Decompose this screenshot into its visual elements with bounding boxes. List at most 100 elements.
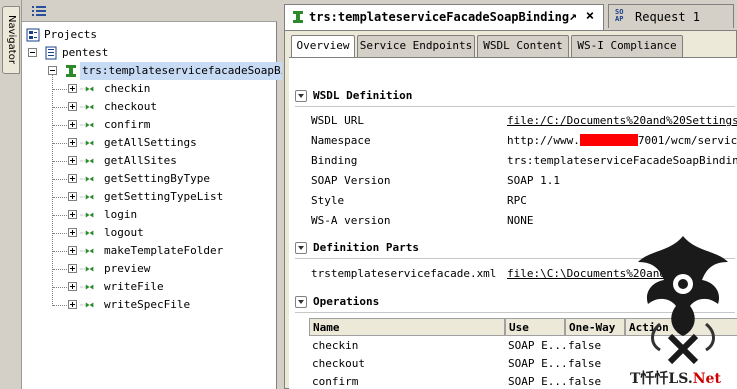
wsdl-definition-header[interactable]: WSDL Definition	[295, 86, 735, 106]
tree-connector	[53, 233, 67, 234]
wsdl-url-link[interactable]: file:/C:/Documents%20and%20Settings/Adm	[507, 112, 737, 130]
operation-label: confirm	[104, 118, 151, 131]
expand-toggle-icon[interactable]	[68, 228, 77, 237]
tree-operation-node[interactable]: preview	[53, 260, 268, 278]
menu-icon[interactable]	[32, 5, 46, 17]
expand-toggle-icon[interactable]	[68, 174, 77, 183]
tree-connector	[53, 287, 67, 288]
operation-label: writeFile	[104, 280, 164, 293]
operation-icon	[80, 284, 94, 290]
tree-operation-node[interactable]: getSettingByType	[53, 170, 268, 188]
tree-operation-node[interactable]: getAllSettings	[53, 134, 268, 152]
section-divider	[295, 106, 735, 107]
expand-toggle-icon[interactable]	[68, 300, 77, 309]
expand-toggle-icon[interactable]	[68, 84, 77, 93]
operation-icon	[80, 140, 94, 146]
close-icon[interactable]: ×	[583, 9, 597, 24]
tree-operation-node[interactable]: writeSpecFile	[53, 296, 268, 314]
operation-label: checkout	[104, 100, 157, 113]
op-name-cell: checkin	[312, 339, 359, 352]
collapse-definition-parts-icon[interactable]	[295, 242, 307, 254]
expand-toggle-icon[interactable]	[68, 102, 77, 111]
project-tree: Projects pentest trs:templateservicefaca…	[22, 24, 323, 386]
column-header-one-way[interactable]: One-Way	[565, 318, 625, 336]
tree-connector	[53, 305, 67, 306]
prop-label: Style	[311, 194, 345, 207]
tree-connector	[53, 161, 67, 162]
tree-project-pentest[interactable]: pentest	[28, 44, 148, 62]
tree-operation-node[interactable]: checkout	[53, 98, 268, 116]
tree-connector	[53, 251, 67, 252]
op-use-cell: SOAP E...	[508, 339, 568, 352]
tree-operation-node[interactable]: makeTemplateFolder	[53, 242, 268, 260]
section-title: Operations	[313, 295, 380, 308]
expand-toggle-icon[interactable]	[68, 192, 77, 201]
operation-label: makeTemplateFolder	[104, 244, 224, 257]
expand-toggle-icon[interactable]	[68, 246, 77, 255]
operation-icon	[80, 302, 94, 308]
operation-label: getAllSettings	[104, 136, 197, 149]
operation-icon	[80, 176, 94, 182]
section-title: WSDL Definition	[313, 89, 413, 102]
operation-label: getSettingTypeList	[104, 190, 224, 203]
column-header-use[interactable]: Use	[505, 318, 565, 336]
tab-binding-editor[interactable]: trs:templateserviceFacadeSoapBinding ↗ ×	[284, 4, 604, 30]
subtab-wsdl-content[interactable]: WSDL Content	[477, 35, 569, 57]
soap-version-value: SOAP 1.1	[507, 174, 560, 187]
tree-connector	[53, 179, 67, 180]
expand-toggle-icon[interactable]	[68, 120, 77, 129]
expand-toggle-icon[interactable]	[68, 264, 77, 273]
tab-request-1[interactable]: SO AP Request 1	[608, 4, 734, 28]
collapse-wsdl-definition-icon[interactable]	[295, 90, 307, 102]
op-name-cell: confirm	[312, 375, 359, 388]
expand-toggle-icon[interactable]	[68, 138, 77, 147]
tree-root-label: Projects	[44, 28, 97, 41]
operation-label: checkin	[104, 82, 151, 95]
navigator-strip: Navigator	[0, 0, 22, 389]
project-icon	[45, 46, 57, 60]
subtab-service-endpoints[interactable]: Service Endpoints	[357, 35, 475, 57]
operation-label: getAllSites	[104, 154, 177, 167]
tree-connector	[53, 89, 67, 90]
project-label: pentest	[62, 46, 109, 59]
subtab-wsi-compliance[interactable]: WS-I Compliance	[571, 35, 683, 57]
pin-icon[interactable]: ↗	[569, 5, 577, 29]
op-oneway-cell: false	[568, 375, 602, 388]
soap-request-icon: SO AP	[615, 8, 624, 23]
tree-operation-node[interactable]: login	[53, 206, 268, 224]
expand-toggle-icon[interactable]	[68, 282, 77, 291]
tree-operation-node[interactable]: confirm	[53, 116, 268, 134]
tree-connector	[53, 143, 67, 144]
style-value: RPC	[507, 194, 527, 207]
column-header-name[interactable]: Name	[309, 318, 505, 336]
subtab-overview[interactable]: Overview	[291, 35, 355, 58]
operation-label: writeSpecFile	[104, 298, 191, 311]
expand-toggle-icon[interactable]	[68, 210, 77, 219]
op-use-cell: SOAP E...	[508, 375, 568, 388]
tree-binding-node[interactable]: trs:templateservicefacadeSoapBinding	[48, 62, 323, 80]
tree-connector	[53, 107, 67, 108]
navigator-tab[interactable]: Navigator	[2, 6, 20, 74]
watermark-logo: T忏忏LS.Net	[630, 232, 737, 389]
navigator-tab-label: Navigator	[6, 15, 17, 64]
definition-part-file: trstemplateservicefacade.xml	[311, 267, 497, 280]
operation-icon	[80, 248, 94, 254]
tree-operation-node[interactable]: getSettingTypeList	[53, 188, 268, 206]
operation-icon	[80, 266, 94, 272]
tree-operation-node[interactable]: getAllSites	[53, 152, 268, 170]
op-use-cell: SOAP E...	[508, 357, 568, 370]
editor-tab-bar: trs:templateserviceFacadeSoapBinding ↗ ×…	[282, 4, 737, 30]
operation-icon	[80, 104, 94, 110]
tree-operation-node[interactable]: logout	[53, 224, 268, 242]
binding-value: trs:templateserviceFacadeSoapBinding	[507, 154, 737, 167]
tree-operation-node[interactable]: checkin	[53, 80, 268, 98]
collapse-operations-icon[interactable]	[295, 296, 307, 308]
tree-connector	[53, 197, 67, 198]
expand-toggle-icon[interactable]	[68, 156, 77, 165]
operation-label: logout	[104, 226, 144, 239]
operation-icon	[80, 86, 94, 92]
prop-label: WSDL URL	[311, 114, 364, 127]
project-collapse-toggle[interactable]	[28, 48, 37, 57]
tree-operation-node[interactable]: writeFile	[53, 278, 268, 296]
operation-icon	[80, 158, 94, 164]
